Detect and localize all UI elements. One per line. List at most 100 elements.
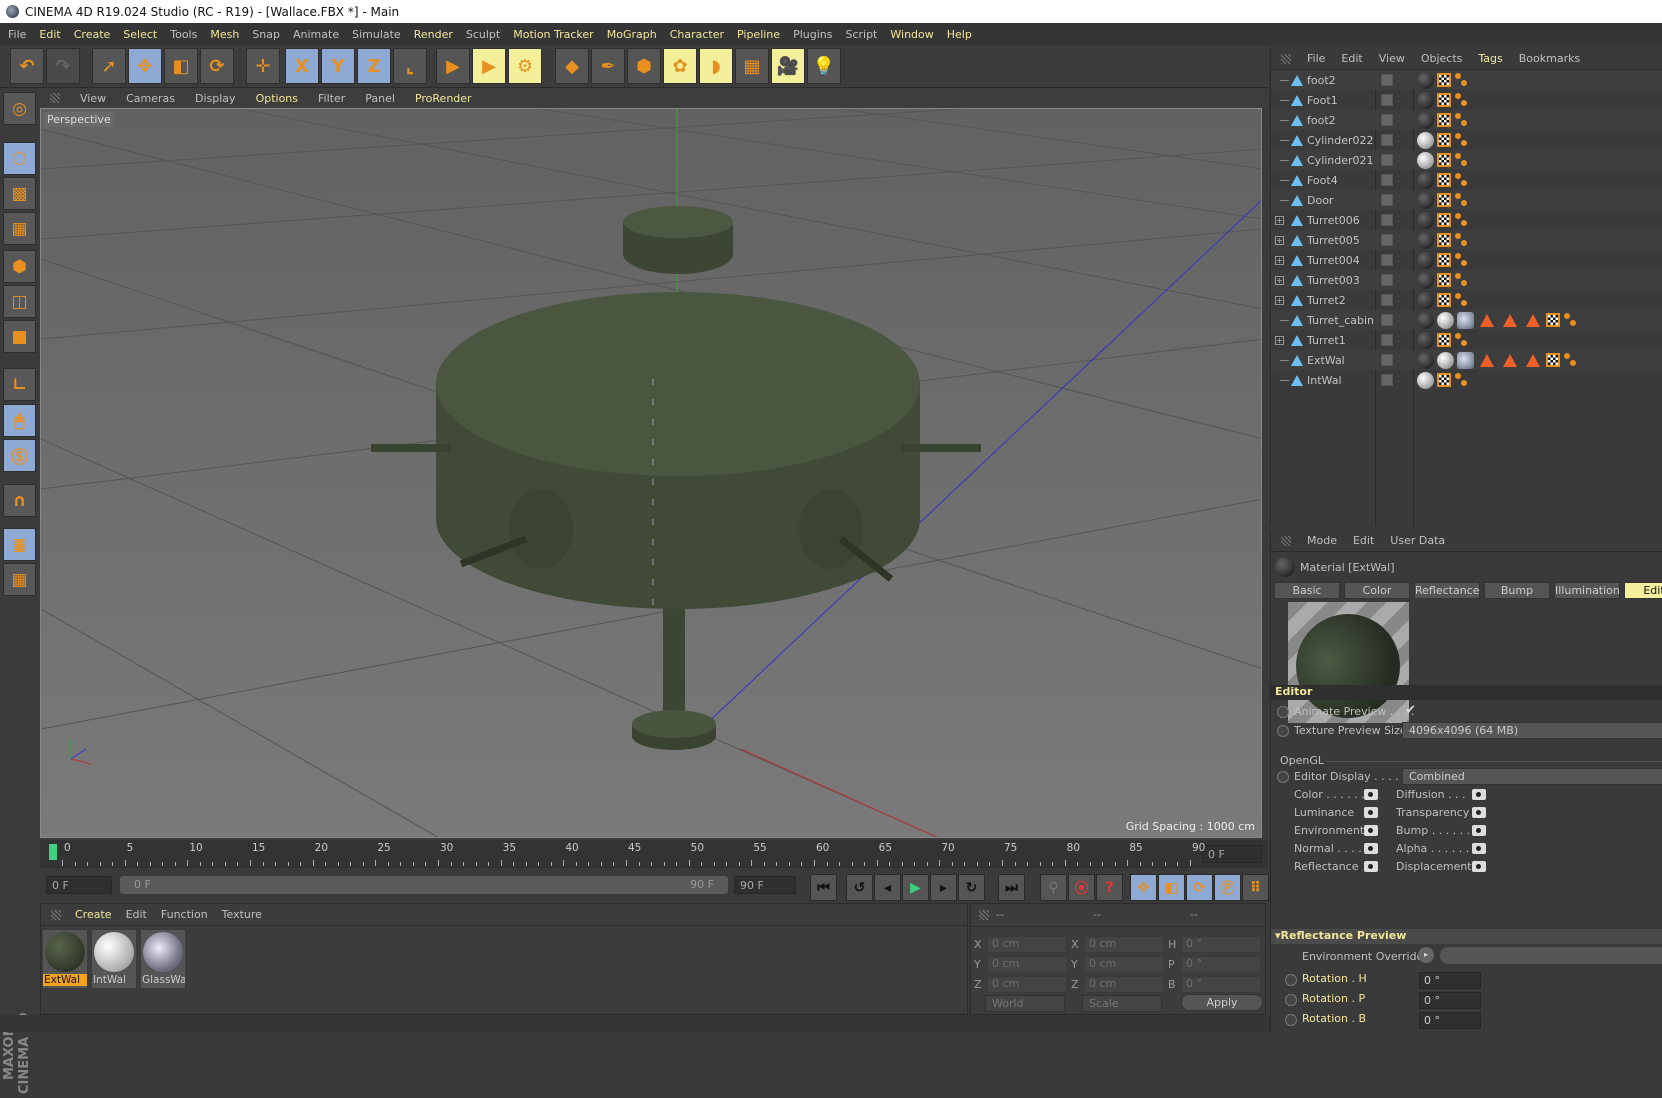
visibility-dots-icon[interactable]: ⁚	[1397, 375, 1400, 385]
visibility-dots-icon[interactable]: ⁚	[1397, 75, 1400, 85]
play-icon[interactable]: ▶	[902, 874, 929, 901]
coordinate-mode-dropdown[interactable]: World	[985, 995, 1065, 1012]
uvw-tag-icon[interactable]	[1437, 373, 1451, 387]
size-z-field[interactable]: 0 cm	[1084, 976, 1164, 993]
layer-icon[interactable]	[1381, 314, 1393, 326]
eye-icon[interactable]	[1364, 807, 1378, 818]
eye-icon[interactable]	[1472, 789, 1486, 800]
position-y-field[interactable]: 0 cm	[987, 956, 1067, 973]
rotation-radio[interactable]	[1285, 994, 1297, 1006]
eye-icon[interactable]	[1364, 861, 1378, 872]
menu-pipeline[interactable]: Pipeline	[737, 28, 780, 41]
camera-button[interactable]: 🎥	[771, 48, 805, 84]
edges-mode-button[interactable]: ◫	[3, 285, 36, 318]
visibility-dots-icon[interactable]: ⁚	[1397, 215, 1400, 225]
selection-tag-icon[interactable]	[1454, 332, 1470, 348]
attribute-menu-mode[interactable]: Mode	[1307, 534, 1337, 547]
uvw-tag-icon[interactable]	[1546, 353, 1560, 367]
viewport-menu-prorender[interactable]: ProRender	[415, 92, 472, 105]
layer-icon[interactable]	[1381, 174, 1393, 186]
floor-button[interactable]: ▦	[735, 48, 769, 84]
object-row[interactable]: Cylinder022 ⁚	[1271, 130, 1662, 150]
uvw-tag-icon[interactable]	[1546, 313, 1560, 327]
object-name[interactable]: foot2	[1307, 74, 1336, 87]
viewport-menu-options[interactable]: Options	[256, 92, 298, 105]
phong-warning-tag-icon[interactable]	[1526, 353, 1540, 367]
y-axis-button[interactable]: Y	[321, 48, 355, 84]
material-tag-icon[interactable]	[1417, 111, 1434, 129]
rotation-radio[interactable]	[1285, 1014, 1297, 1026]
phong-warning-tag-icon[interactable]	[1526, 313, 1540, 327]
visibility-dots-icon[interactable]: ⁚	[1397, 315, 1400, 325]
viewport-menu-filter[interactable]: Filter	[318, 92, 345, 105]
environment-override-link-button[interactable]: ▸	[1418, 947, 1434, 963]
menu-plugins[interactable]: Plugins	[793, 28, 832, 41]
autokey-help-icon[interactable]: ?	[1096, 874, 1123, 901]
previous-frame-icon[interactable]: ◂	[874, 874, 901, 901]
rotation-p-field[interactable]: 0 °	[1181, 956, 1261, 973]
menu-character[interactable]: Character	[670, 28, 724, 41]
object-row[interactable]: foot2 ⁚	[1271, 110, 1662, 130]
uvw-tag-icon[interactable]	[1437, 253, 1451, 267]
material-tag-icon[interactable]	[1437, 311, 1454, 329]
object-row[interactable]: Door ⁚	[1271, 190, 1662, 210]
redo-button[interactable]: ↷	[46, 48, 80, 84]
key-scale-icon[interactable]: ◧	[1158, 874, 1185, 901]
object-menu-tags[interactable]: Tags	[1478, 52, 1502, 65]
expand-icon[interactable]: +	[1275, 275, 1284, 285]
object-name[interactable]: Cylinder021	[1307, 154, 1374, 167]
tweak-mode-button[interactable]: 🖱	[3, 404, 36, 437]
layer-icon[interactable]	[1381, 274, 1393, 286]
grip-handle[interactable]	[979, 910, 989, 920]
eye-icon[interactable]	[1364, 789, 1378, 800]
environment-override-field[interactable]	[1440, 947, 1662, 964]
visibility-dots-icon[interactable]: ⁚	[1397, 295, 1400, 305]
phong-warning-tag-icon[interactable]	[1503, 353, 1517, 367]
camera-label[interactable]: Perspective	[44, 112, 114, 127]
eye-icon[interactable]	[1472, 807, 1486, 818]
uvw-tag-icon[interactable]	[1437, 173, 1451, 187]
workplane-lock-button[interactable]: ▦	[3, 528, 36, 561]
selection-tag-icon[interactable]	[1563, 352, 1579, 368]
viewport-menu-view[interactable]: View	[80, 92, 106, 105]
rotation-field[interactable]: 0 °	[1419, 992, 1481, 1009]
apply-button[interactable]: Apply	[1181, 994, 1263, 1011]
object-row[interactable]: Foot4 ⁚	[1271, 170, 1662, 190]
material-menu-texture[interactable]: Texture	[222, 908, 262, 921]
position-x-field[interactable]: 0 cm	[987, 936, 1067, 953]
visibility-dots-icon[interactable]: ⁚	[1397, 95, 1400, 105]
key-parameter-icon[interactable]: Ⓟ	[1214, 874, 1241, 901]
uvw-tag-icon[interactable]	[1437, 133, 1451, 147]
visibility-dots-icon[interactable]: ⁚	[1397, 255, 1400, 265]
texture-mode-button[interactable]: ▩	[3, 177, 36, 210]
visibility-dots-icon[interactable]: ⁚	[1397, 155, 1400, 165]
material-tag-icon[interactable]	[1417, 311, 1434, 329]
grip-handle[interactable]	[50, 93, 60, 103]
material-menu-function[interactable]: Function	[161, 908, 208, 921]
material-tag-icon[interactable]	[1417, 251, 1434, 269]
object-name[interactable]: Turret005	[1307, 234, 1360, 247]
recent-tools-button[interactable]: ✛	[246, 48, 280, 84]
selection-tag-icon[interactable]	[1454, 152, 1470, 168]
texture-preview-radio[interactable]	[1277, 725, 1289, 737]
tab-color[interactable]: Color	[1344, 582, 1410, 599]
workplane-align-button[interactable]: ▦	[3, 563, 36, 596]
move-button[interactable]: ✥	[128, 48, 162, 84]
live-selection-button[interactable]: ➚	[92, 48, 126, 84]
menu-create[interactable]: Create	[74, 28, 111, 41]
rotation-field[interactable]: 0 °	[1419, 1012, 1481, 1029]
points-mode-button[interactable]: ⬢	[3, 250, 36, 283]
selection-tag-icon[interactable]	[1454, 252, 1470, 268]
attribute-menu-user-data[interactable]: User Data	[1390, 534, 1445, 547]
eye-icon[interactable]	[1472, 825, 1486, 836]
undo-button[interactable]: ↶	[10, 48, 44, 84]
layer-icon[interactable]	[1381, 294, 1393, 306]
material-tag-icon[interactable]	[1417, 291, 1434, 309]
object-row[interactable]: IntWal ⁚	[1271, 370, 1662, 390]
object-name[interactable]: Foot1	[1307, 94, 1338, 107]
visibility-dots-icon[interactable]: ⁚	[1397, 135, 1400, 145]
render-settings-button[interactable]: ⚙	[508, 48, 542, 84]
layer-icon[interactable]	[1381, 374, 1393, 386]
object-row[interactable]: foot2 ⁚	[1271, 70, 1662, 90]
object-row[interactable]: Foot1 ⁚	[1271, 90, 1662, 110]
